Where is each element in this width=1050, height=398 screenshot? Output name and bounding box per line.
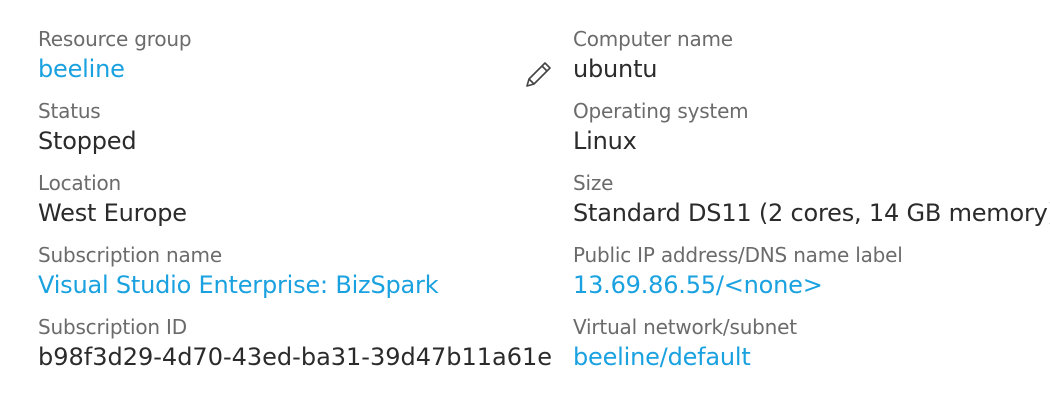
virtual-network-label: Virtual network/subnet — [573, 315, 797, 339]
location-value: West Europe — [38, 199, 187, 227]
status-label: Status — [38, 99, 101, 123]
essentials-panel: Resource group beeline Status Stopped Lo… — [0, 0, 1050, 398]
size-value: Standard DS11 (2 cores, 14 GB memory) — [573, 199, 1050, 227]
prop-resource-group: Resource group beeline — [38, 26, 558, 98]
subscription-name-label: Subscription name — [38, 243, 222, 267]
computer-name-label: Computer name — [573, 27, 733, 51]
prop-location: Location West Europe — [38, 170, 558, 242]
essentials-left-column: Resource group beeline Status Stopped Lo… — [38, 26, 558, 386]
size-label: Size — [573, 171, 614, 195]
essentials-right-column: Computer name ubuntu Operating system Li… — [573, 26, 1050, 386]
virtual-network-link[interactable]: beeline/default — [573, 340, 1043, 374]
pencil-icon[interactable] — [523, 58, 555, 90]
prop-subscription-name: Subscription name Visual Studio Enterpri… — [38, 242, 558, 314]
resource-group-label: Resource group — [38, 27, 192, 51]
computer-name-value: ubuntu — [573, 55, 658, 83]
operating-system-value: Linux — [573, 127, 637, 155]
prop-computer-name: Computer name ubuntu — [573, 26, 1043, 98]
resource-group-link[interactable]: beeline — [38, 52, 558, 86]
subscription-name-link[interactable]: Visual Studio Enterprise: BizSpark — [38, 268, 558, 302]
prop-operating-system: Operating system Linux — [573, 98, 1043, 170]
public-ip-link[interactable]: 13.69.86.55/<none> — [573, 268, 1043, 302]
prop-subscription-id: Subscription ID b98f3d29-4d70-43ed-ba31-… — [38, 314, 558, 386]
operating-system-label: Operating system — [573, 99, 749, 123]
prop-virtual-network: Virtual network/subnet beeline/default — [573, 314, 1043, 386]
subscription-id-value: b98f3d29-4d70-43ed-ba31-39d47b11a61e — [38, 343, 553, 371]
subscription-id-label: Subscription ID — [38, 315, 187, 339]
prop-size: Size Standard DS11 (2 cores, 14 GB memor… — [573, 170, 1050, 242]
prop-status: Status Stopped — [38, 98, 558, 170]
status-value: Stopped — [38, 127, 137, 155]
location-label: Location — [38, 171, 121, 195]
prop-public-ip: Public IP address/DNS name label 13.69.8… — [573, 242, 1043, 314]
public-ip-label: Public IP address/DNS name label — [573, 243, 903, 267]
